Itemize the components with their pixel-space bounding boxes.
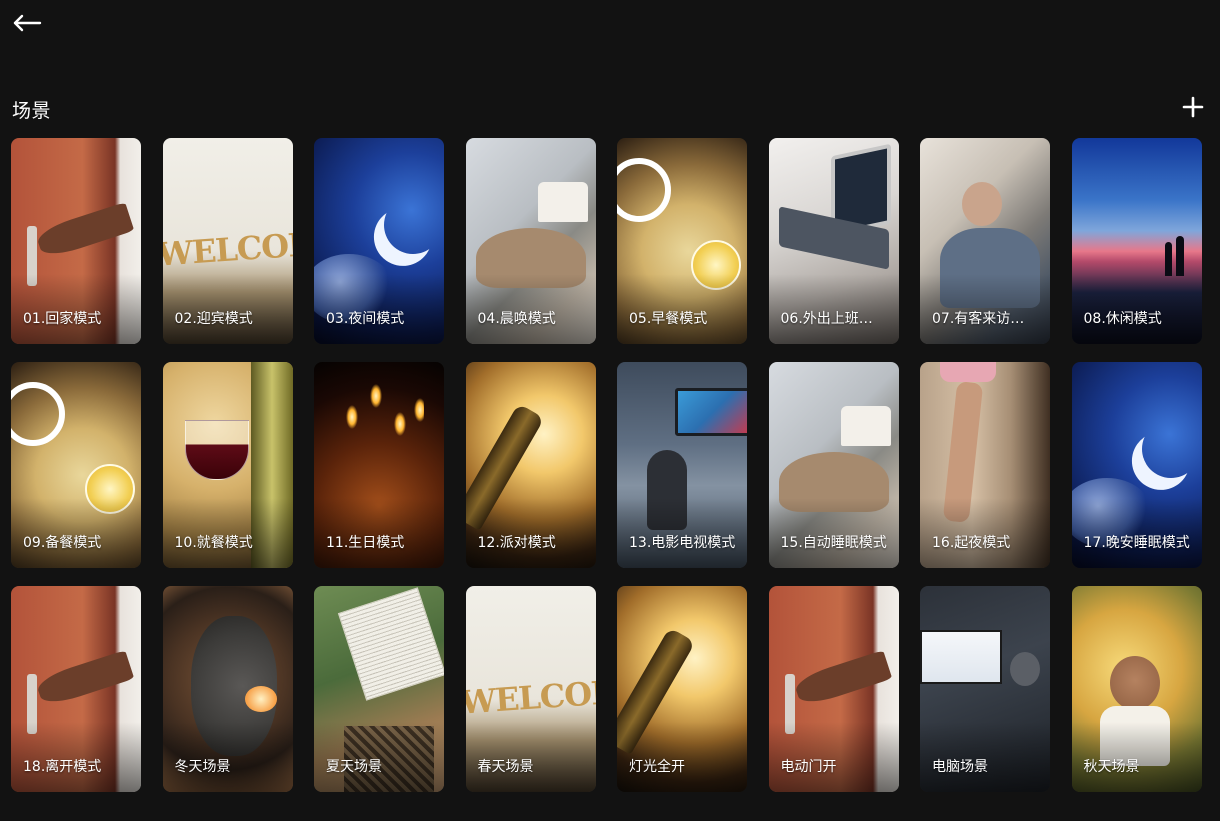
scene-card[interactable]: 01.回家模式 [11,138,141,344]
scene-label: 冬天场景 [174,759,231,775]
scene-card[interactable]: 08.休闲模式 [1071,138,1202,344]
scene-label: 09.备餐模式 [23,535,102,551]
scene-card[interactable]: 12.派对模式 [465,362,596,568]
scene-card[interactable]: 04.晨唤模式 [465,138,596,344]
scene-label: 电动门开 [780,759,837,775]
scene-card[interactable]: 13.电影电视模式 [617,362,747,568]
scene-label: 17.晚安睡眠模式 [1083,535,1190,551]
scene-label: 04.晨唤模式 [477,311,556,327]
scene-card[interactable]: 18.离开模式 [11,586,141,792]
scene-card[interactable]: 秋天场景 [1071,586,1202,792]
scene-card[interactable]: 灯光全开 [617,586,747,792]
scene-card[interactable]: 17.晚安睡眠模式 [1071,362,1202,568]
add-scene-button[interactable] [1178,92,1208,122]
scene-label: 08.休闲模式 [1083,311,1162,327]
scene-label: 电脑场景 [932,759,988,775]
scene-card[interactable]: 06.外出上班… [768,138,899,344]
scene-label: 18.离开模式 [23,759,102,775]
scene-label: 秋天场景 [1083,759,1140,775]
scene-label: 春天场景 [477,759,534,775]
plus-icon [1182,96,1204,118]
scene-card[interactable]: 电动门开 [768,586,899,792]
scene-card[interactable]: 16.起夜模式 [920,362,1050,568]
scene-label: 16.起夜模式 [932,535,1011,551]
scene-label: 10.就餐模式 [174,535,253,551]
arrow-left-icon [13,14,42,32]
scene-label: 03.夜间模式 [326,311,405,327]
scene-grid: 01.回家模式 02.迎宾模式 03.夜间模式 04.晨唤模式 05.早餐模式 06.外出… [11,138,1202,792]
scene-label: 13.电影电视模式 [629,535,736,551]
scene-card[interactable]: 03.夜间模式 [314,138,444,344]
scene-card[interactable]: 冬天场景 [162,586,293,792]
section-title: 场景 [12,100,52,122]
back-button[interactable] [10,8,44,38]
scene-label: 灯光全开 [629,759,685,775]
scene-card[interactable]: 05.早餐模式 [617,138,747,344]
scene-label: 12.派对模式 [477,535,556,551]
scene-card[interactable]: 15.自动睡眠模式 [768,362,899,568]
scene-section-header: 场景 [12,92,1208,124]
scene-label: 05.早餐模式 [629,311,708,327]
scene-card[interactable]: 07.有客来访… [920,138,1050,344]
scene-card[interactable]: 春天场景 [465,586,596,792]
scene-card[interactable]: 11.生日模式 [314,362,444,568]
scene-card[interactable]: 09.备餐模式 [11,362,141,568]
scene-label: 11.生日模式 [326,535,405,551]
scene-card[interactable]: 电脑场景 [920,586,1050,792]
scene-card[interactable]: 02.迎宾模式 [162,138,293,344]
scene-label: 01.回家模式 [23,311,102,327]
scene-label: 07.有客来访… [932,311,1025,327]
scene-card[interactable]: 夏天场景 [314,586,444,792]
scene-card[interactable]: 10.就餐模式 [162,362,293,568]
scene-label: 02.迎宾模式 [174,311,253,327]
scene-label: 06.外出上班… [780,311,873,327]
scene-page: 场景 01.回家模式 02.迎宾模式 03.夜间模式 04.晨唤模式 05.早餐模式 06… [0,0,1220,821]
scene-label: 15.自动睡眠模式 [780,535,887,551]
scene-label: 夏天场景 [326,759,382,775]
